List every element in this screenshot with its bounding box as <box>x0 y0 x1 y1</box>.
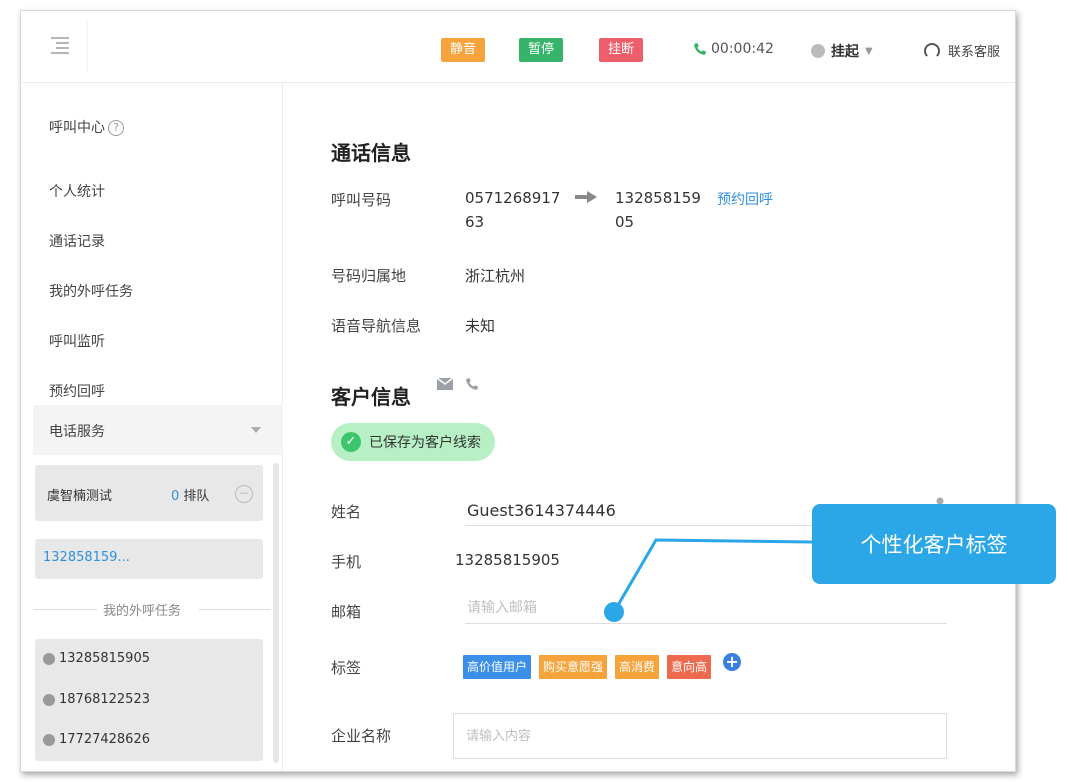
toolbar-divider <box>87 21 88 73</box>
app-window: 静音 暂停 挂断 00:00:42 挂起 ▼ 联系客服 呼叫中心? 个人统计 通… <box>20 10 1016 772</box>
email-underline <box>465 623 947 624</box>
location-label: 号码归属地 <box>331 267 407 285</box>
check-circle-icon: ✓ <box>341 432 361 452</box>
divider-line-right <box>199 609 271 610</box>
task-number: 17727428626 <box>59 732 150 747</box>
callee-number-line1: 132858159 <box>615 189 701 207</box>
sidebar: 呼叫中心? 个人统计 通话记录 我的外呼任务 呼叫监听 预约回呼 电话服务 虞智… <box>33 83 283 771</box>
pause-button[interactable]: 暂停 <box>519 38 564 62</box>
menu-collapse-icon[interactable] <box>51 37 69 54</box>
sidebar-item-phone-service[interactable]: 电话服务 <box>33 405 283 455</box>
mobile-label: 手机 <box>331 553 362 571</box>
call-info-title: 通话信息 <box>331 141 411 165</box>
caller-number-line2: 63 <box>465 213 485 231</box>
sidebar-title: 呼叫中心? <box>49 117 124 137</box>
chevron-down-icon: ▼ <box>865 45 873 57</box>
customer-info-title: 客户信息 <box>331 385 411 409</box>
saved-lead-badge: ✓ 已保存为客户线索 <box>331 423 495 461</box>
tag-high-value[interactable]: 高价值用户 <box>463 655 532 679</box>
tag-list: 高价值用户 购买意愿强 高消费 意向高 + <box>463 653 742 679</box>
callee-number-line2: 05 <box>615 213 635 231</box>
tag-high-interest[interactable]: 意向高 <box>667 655 712 679</box>
status-dropdown[interactable]: 挂起 ▼ <box>811 41 873 61</box>
customer-actions <box>437 377 479 391</box>
sidebar-item-call-records[interactable]: 通话记录 <box>49 231 105 251</box>
queue-name: 虞智楠测试 <box>47 489 113 504</box>
sidebar-item-call-monitor[interactable]: 呼叫监听 <box>49 331 105 351</box>
help-icon[interactable]: ? <box>108 120 124 136</box>
email-label: 邮箱 <box>331 603 362 621</box>
phone-service-label: 电话服务 <box>49 424 105 440</box>
status-dot-icon <box>811 44 825 58</box>
status-dot-icon <box>43 652 55 665</box>
main-panel: 通话信息 呼叫号码 0571268917 63 132858159 05 预约回… <box>283 83 1015 771</box>
sidebar-scrollbar[interactable] <box>273 463 279 763</box>
mail-icon[interactable] <box>437 378 453 390</box>
headset-icon <box>924 42 940 59</box>
tasks-divider: 我的外呼任务 <box>33 599 271 619</box>
call-number-label: 呼叫号码 <box>331 191 392 209</box>
task-number: 18768122523 <box>59 692 150 707</box>
call-timer: 00:00:42 <box>693 41 774 57</box>
call-timer-text: 00:00:42 <box>711 41 774 57</box>
list-item[interactable]: 18768122523 <box>43 692 150 707</box>
queue-count-suffix: 排队 <box>183 489 210 504</box>
top-toolbar: 静音 暂停 挂断 00:00:42 挂起 ▼ 联系客服 <box>21 11 1015 83</box>
queue-card[interactable]: 虞智楠测试 0 排队 − <box>35 465 263 521</box>
queue-count-number: 0 <box>171 489 180 504</box>
sidebar-item-callback[interactable]: 预约回呼 <box>49 381 105 401</box>
company-label: 企业名称 <box>331 727 392 745</box>
name-field[interactable]: Guest3614374446 <box>467 501 616 520</box>
callback-link[interactable]: 预约回呼 <box>717 189 773 209</box>
list-item[interactable]: 17727428626 <box>43 732 150 747</box>
location-value: 浙江杭州 <box>465 267 526 285</box>
saved-lead-text: 已保存为客户线索 <box>369 435 481 451</box>
tags-label: 标签 <box>331 659 362 677</box>
queue-count: 0 排队 <box>171 485 209 504</box>
tag-purchase-intent[interactable]: 购买意愿强 <box>539 655 608 679</box>
callout-label: 个性化客户标签 <box>812 504 1056 584</box>
contact-support-button[interactable]: 联系客服 <box>924 41 1000 60</box>
add-tag-icon[interactable]: + <box>723 653 742 671</box>
company-field <box>453 713 947 759</box>
divider-line-left <box>33 609 97 610</box>
phone-icon[interactable] <box>465 377 479 391</box>
sidebar-item-stats[interactable]: 个人统计 <box>49 181 105 201</box>
chevron-down-icon <box>251 427 261 433</box>
phone-icon <box>694 43 706 55</box>
caller-number-line1: 0571268917 <box>465 189 561 207</box>
status-dot-icon <box>43 733 55 746</box>
company-input[interactable] <box>454 714 946 758</box>
status-dot-icon <box>43 693 55 706</box>
status-label: 挂起 <box>831 44 859 60</box>
ivr-label: 语音导航信息 <box>331 317 422 335</box>
mute-button[interactable]: 静音 <box>441 38 486 62</box>
sidebar-item-outbound-tasks[interactable]: 我的外呼任务 <box>49 281 133 301</box>
outbound-task-list: 13285815905 18768122523 17727428626 <box>35 639 263 761</box>
mobile-value: 13285815905 <box>455 551 560 569</box>
arrow-right-icon <box>575 191 597 203</box>
task-number: 13285815905 <box>59 651 150 666</box>
ivr-value: 未知 <box>465 317 496 335</box>
list-item[interactable]: 13285815905 <box>43 651 150 666</box>
contact-label: 联系客服 <box>948 45 1001 60</box>
minus-circle-icon[interactable]: − <box>235 485 253 503</box>
tag-high-spend[interactable]: 高消费 <box>615 655 660 679</box>
email-input[interactable]: 请输入邮箱 <box>467 597 537 617</box>
active-call-item[interactable]: 132858159... <box>35 539 263 579</box>
hangup-button[interactable]: 挂断 <box>599 38 644 62</box>
sidebar-title-text: 呼叫中心 <box>49 120 105 136</box>
active-call-number: 132858159... <box>43 550 130 565</box>
name-label: 姓名 <box>331 503 362 521</box>
tasks-header: 我的外呼任务 <box>103 604 182 619</box>
